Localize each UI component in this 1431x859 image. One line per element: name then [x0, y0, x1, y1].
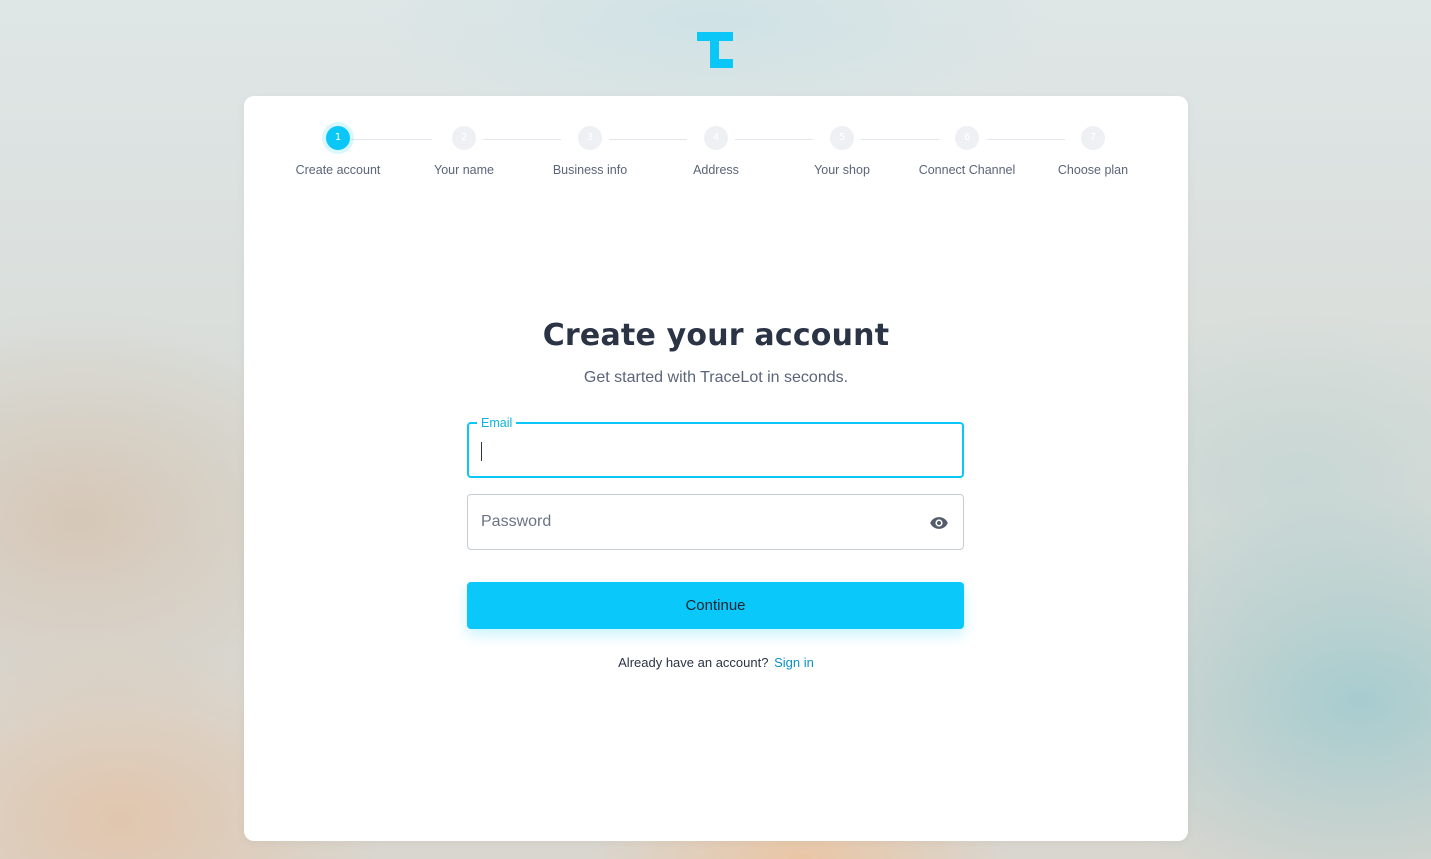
- step-label: Connect Channel: [918, 163, 1016, 177]
- signin-row: Already have an account? Sign in: [244, 655, 1188, 670]
- signin-prompt: Already have an account?: [618, 655, 769, 670]
- step-number-badge: 6: [955, 126, 979, 150]
- step-choose-plan[interactable]: 7 Choose plan: [1023, 126, 1163, 177]
- text-caret: [481, 442, 482, 461]
- page-subtitle: Get started with TraceLot in seconds.: [583, 369, 849, 386]
- onboarding-stepper: 1 Create account 2 Your name 3 Business …: [244, 96, 1188, 196]
- step-number-badge: 3: [578, 126, 602, 150]
- page-title: Create your account: [542, 318, 890, 353]
- step-number-badge: 4: [704, 126, 728, 150]
- step-address[interactable]: 4 Address: [646, 126, 786, 177]
- signup-card: 1 Create account 2 Your name 3 Business …: [244, 96, 1188, 841]
- step-connect-channel[interactable]: 6 Connect Channel: [897, 126, 1037, 177]
- step-business-info[interactable]: 3 Business info: [520, 126, 660, 177]
- step-number-badge: 2: [452, 126, 476, 150]
- eye-icon[interactable]: [929, 513, 949, 533]
- step-number-badge: 7: [1081, 126, 1105, 150]
- step-create-account[interactable]: 1 Create account: [268, 126, 408, 177]
- password-input[interactable]: [481, 508, 901, 536]
- email-input[interactable]: [481, 436, 941, 464]
- step-label: Create account: [295, 163, 381, 177]
- signin-link[interactable]: Sign in: [774, 655, 814, 670]
- step-label: Choose plan: [1057, 163, 1129, 177]
- step-your-name[interactable]: 2 Your name: [394, 126, 534, 177]
- tracelot-logo-icon[interactable]: [697, 32, 733, 68]
- continue-button[interactable]: Continue: [467, 582, 964, 629]
- email-field-label: Email: [477, 415, 517, 431]
- email-field[interactable]: Email: [467, 415, 964, 478]
- step-your-shop[interactable]: 5 Your shop: [772, 126, 912, 177]
- step-number-badge: 1: [326, 126, 350, 150]
- step-label: Your name: [434, 163, 494, 177]
- step-number-badge: 5: [830, 126, 854, 150]
- step-label: Your shop: [814, 163, 870, 177]
- step-label: Business info: [552, 163, 628, 177]
- password-field[interactable]: [467, 494, 964, 550]
- step-label: Address: [693, 163, 739, 177]
